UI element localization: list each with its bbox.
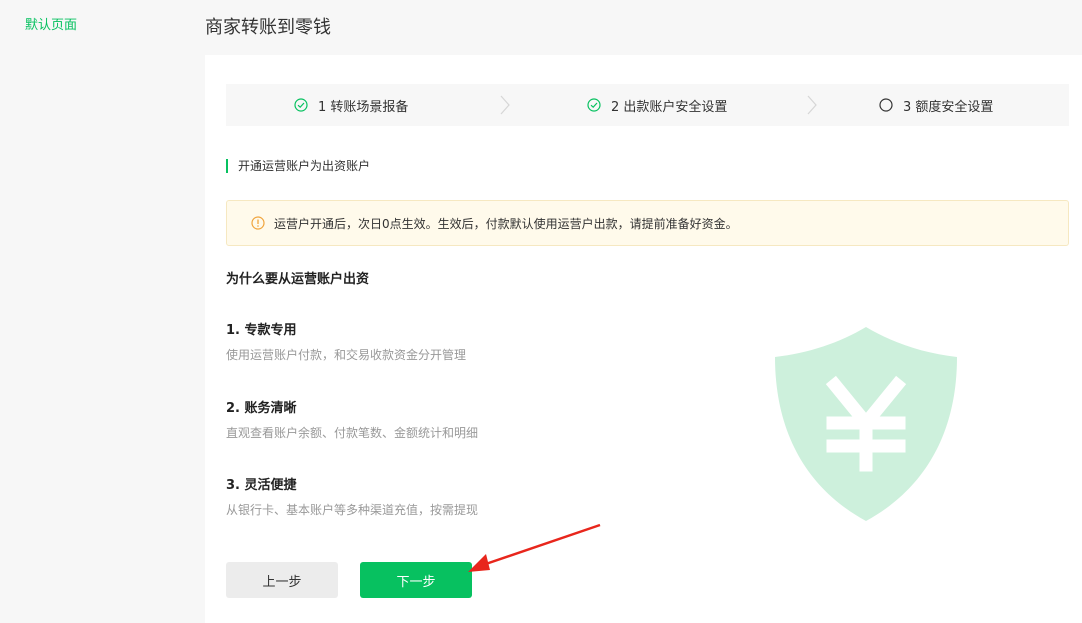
section-title: 开通运营账户为出资账户 bbox=[226, 159, 370, 173]
step-2: 2 出款账户安全设置 bbox=[587, 84, 727, 126]
notice-banner: 运营户开通后，次日0点生效。生效后，付款默认使用运营户出款，请提前准备好资金。 bbox=[226, 200, 1069, 246]
chevron-right-icon bbox=[500, 95, 510, 115]
step-label: 3 额度安全设置 bbox=[903, 99, 994, 115]
reason-title: 2. 账务清晰 bbox=[226, 401, 297, 416]
notice-text: 运营户开通后，次日0点生效。生效后，付款默认使用运营户出款，请提前准备好资金。 bbox=[274, 216, 738, 231]
step-label: 1 转账场景报备 bbox=[318, 99, 409, 115]
reason-title: 3. 灵活便捷 bbox=[226, 478, 297, 493]
empty-circle-icon bbox=[879, 98, 893, 112]
page-title: 商家转账到零钱 bbox=[205, 17, 331, 38]
next-step-button[interactable]: 下一步 bbox=[360, 562, 472, 598]
step-label: 2 出款账户安全设置 bbox=[611, 99, 728, 115]
warning-icon bbox=[251, 216, 265, 230]
sidebar-item-default-page[interactable]: 默认页面 bbox=[25, 14, 77, 33]
step-3: 3 额度安全设置 bbox=[879, 84, 993, 126]
reason-title: 1. 专款专用 bbox=[226, 323, 297, 338]
chevron-right-icon bbox=[807, 95, 817, 115]
sidebar: 默认页面 bbox=[0, 0, 190, 623]
reason-desc: 直观查看账户余额、付款笔数、金额统计和明细 bbox=[226, 426, 479, 440]
shield-yuan-icon bbox=[775, 327, 957, 521]
step-indicator: 1 转账场景报备 2 出款账户安全设置 3 额度安全设置 bbox=[226, 84, 1069, 126]
check-circle-icon bbox=[587, 98, 601, 112]
annotation-arrow bbox=[468, 523, 601, 572]
reason-desc: 从银行卡、基本账户等多种渠道充值，按需提现 bbox=[226, 503, 479, 517]
main-panel: 1 转账场景报备 2 出款账户安全设置 3 额度安全设置 开通运营账户为出资账户… bbox=[205, 55, 1082, 623]
check-circle-icon bbox=[294, 98, 308, 112]
prev-step-button[interactable]: 上一步 bbox=[226, 562, 338, 598]
step-1: 1 转账场景报备 bbox=[294, 84, 408, 126]
reason-desc: 使用运营账户付款，和交易收款资金分开管理 bbox=[226, 348, 467, 362]
why-heading: 为什么要从运营账户出资 bbox=[226, 272, 370, 287]
